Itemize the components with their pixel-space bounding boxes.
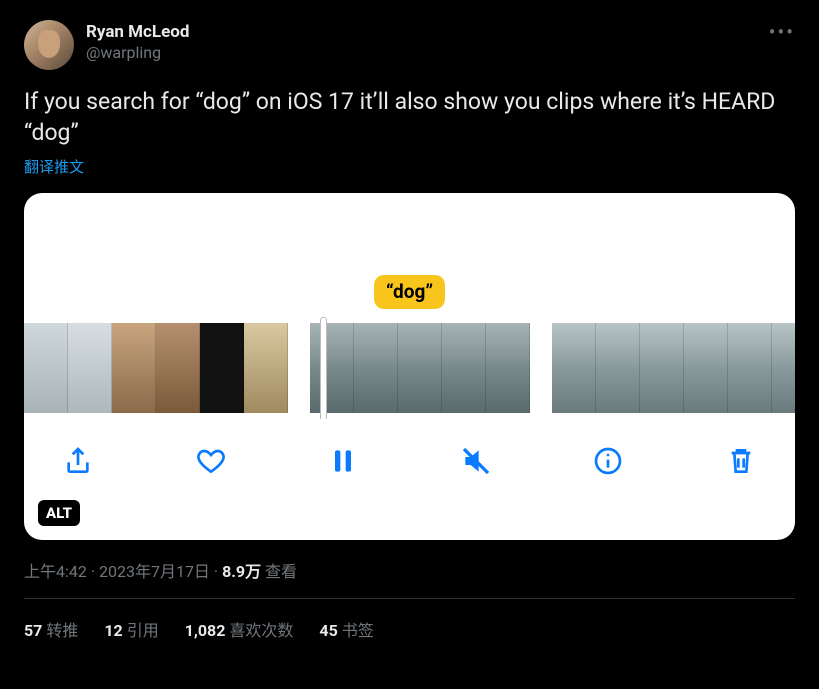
translate-link[interactable]: 翻译推文 [24, 156, 795, 177]
caption-bubble: “dog” [374, 275, 445, 309]
quotes-stat[interactable]: 12引用 [104, 617, 158, 641]
handle: @warpling [86, 43, 189, 63]
mute-icon[interactable] [456, 441, 496, 481]
timeline-frame [442, 323, 486, 413]
tweet-meta: 上午4:42 · 2023年7月17日 · 8.9万 查看 [24, 558, 795, 582]
clip-group[interactable] [552, 323, 795, 413]
alt-badge[interactable]: ALT [38, 500, 80, 526]
tweet-stats: 57转推 12引用 1,082喜欢次数 45书签 [24, 599, 795, 641]
timeline-frame [398, 323, 442, 413]
caption-bubble-row: “dog” [24, 271, 795, 309]
timeline-frame [728, 323, 772, 413]
pause-icon[interactable] [323, 441, 363, 481]
timeline-frame [156, 323, 200, 413]
tweet-date[interactable]: 2023年7月17日 [99, 562, 210, 581]
clip-group[interactable] [24, 323, 288, 413]
media-top-space [24, 193, 795, 271]
display-name: Ryan McLeod [86, 22, 189, 43]
tweet-header: Ryan McLeod @warpling ••• [24, 20, 795, 70]
views-count: 8.9万 [222, 562, 261, 581]
timeline-frame [354, 323, 398, 413]
timeline-frame [68, 323, 112, 413]
timeline-frame [112, 323, 156, 413]
views-label: 查看 [261, 562, 297, 581]
trash-icon[interactable] [721, 441, 761, 481]
tweet-time[interactable]: 上午4:42 [24, 562, 87, 581]
timeline-frame [772, 323, 795, 413]
timeline-frame [486, 323, 530, 413]
tweet: Ryan McLeod @warpling ••• If you search … [6, 6, 813, 651]
timeline-frame [310, 323, 354, 413]
timeline-frame [200, 323, 244, 413]
retweets-stat[interactable]: 57转推 [24, 617, 78, 641]
likes-stat[interactable]: 1,082喜欢次数 [185, 617, 294, 641]
more-icon[interactable]: ••• [769, 20, 795, 44]
info-icon[interactable] [588, 441, 628, 481]
timeline-frame [684, 323, 728, 413]
tweet-text: If you search for “dog” on iOS 17 it’ll … [24, 86, 795, 148]
media-attachment[interactable]: “dog” [24, 193, 795, 540]
clip-group-active[interactable] [310, 323, 530, 413]
timeline-frame [24, 323, 68, 413]
avatar[interactable] [24, 20, 74, 70]
share-icon[interactable] [58, 441, 98, 481]
timeline-frame [640, 323, 684, 413]
timeline-frame [552, 323, 596, 413]
media-toolbar [24, 419, 795, 481]
video-timeline[interactable] [24, 309, 795, 419]
timeline-frame [596, 323, 640, 413]
heart-icon[interactable] [191, 441, 231, 481]
timeline-frame [244, 323, 288, 413]
author-names[interactable]: Ryan McLeod @warpling [86, 20, 189, 63]
bookmarks-stat[interactable]: 45书签 [319, 617, 373, 641]
